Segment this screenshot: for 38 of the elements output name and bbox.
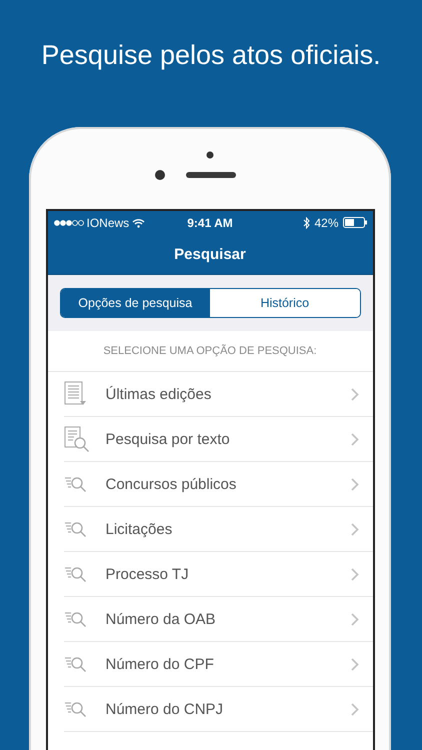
- option-label: Processo TJ: [106, 566, 190, 582]
- chevron-icon: [350, 568, 358, 580]
- document-download-icon: [64, 381, 86, 407]
- chevron-icon: [350, 432, 358, 446]
- carrier-name: IONews: [86, 216, 130, 230]
- nav-title: Pesquisar: [174, 246, 246, 262]
- option-label: Número do CPF: [106, 656, 215, 672]
- battery-percent: 42%: [314, 216, 339, 230]
- headline: Pesquise pelos atos oficiais.: [41, 40, 381, 71]
- chevron-icon: [350, 522, 358, 536]
- search-option-row[interactable]: Número da OAB: [64, 597, 372, 642]
- section-header: SELECIONE UMA OPÇÃO DE PESQUISA:: [103, 345, 317, 357]
- option-label: Número do CNPJ: [106, 700, 224, 718]
- chevron-icon: [350, 658, 358, 670]
- search-option-row[interactable]: Concursos públicos: [64, 462, 372, 507]
- wifi-icon: [132, 218, 146, 228]
- document-search-icon: [64, 426, 90, 452]
- option-label: Licitações: [106, 520, 174, 538]
- search-option-row[interactable]: Pesquisa por texto: [64, 417, 372, 462]
- chevron-icon: [350, 388, 358, 400]
- search-option-row[interactable]: Licitações: [64, 507, 372, 552]
- chevron-icon: [350, 702, 358, 716]
- segment-tab[interactable]: Opções de pesquisa: [60, 289, 210, 317]
- status-time: 9:41 AM: [187, 216, 233, 230]
- search-option-row[interactable]: Número do CPF: [64, 642, 372, 687]
- option-label: Concursos públicos: [106, 476, 238, 492]
- segment-tab[interactable]: Histórico: [210, 289, 360, 317]
- option-label: Últimas edições: [106, 386, 212, 402]
- signal-icon: [54, 220, 84, 226]
- bluetooth-icon: [303, 216, 310, 228]
- search-option-row[interactable]: Processo TJ: [64, 552, 372, 597]
- chevron-icon: [350, 478, 358, 490]
- search-option-row[interactable]: Número do CNPJ: [64, 687, 372, 732]
- search-option-row[interactable]: Últimas edições: [64, 372, 372, 417]
- battery-icon: [342, 217, 367, 228]
- option-label: Número da OAB: [106, 610, 217, 628]
- option-label: Pesquisa por texto: [106, 430, 231, 448]
- chevron-icon: [350, 612, 358, 626]
